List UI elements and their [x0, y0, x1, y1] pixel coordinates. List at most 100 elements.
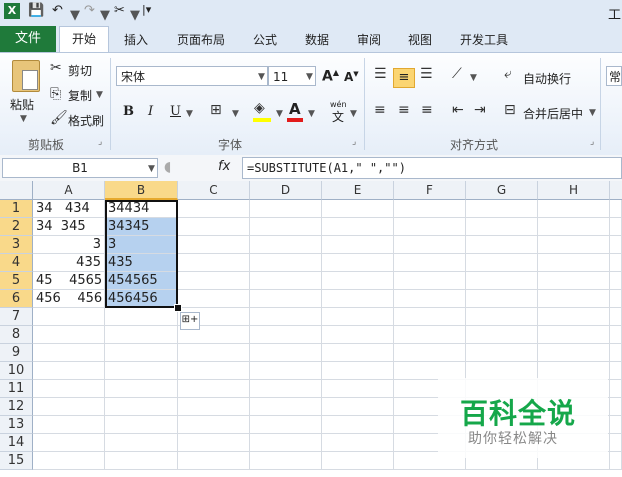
- cell-a11[interactable]: [33, 380, 105, 398]
- cell-b3[interactable]: 3: [105, 236, 178, 254]
- tab-developer[interactable]: 开发工具: [460, 29, 508, 51]
- cell-i3[interactable]: [610, 236, 622, 254]
- cut-icon[interactable]: ✂: [50, 60, 62, 76]
- cell-g1[interactable]: [466, 200, 538, 218]
- cell-e9[interactable]: [322, 344, 394, 362]
- cell-c5[interactable]: [178, 272, 250, 290]
- row-header-8[interactable]: 8: [0, 326, 33, 344]
- row-header-15[interactable]: 15: [0, 452, 33, 470]
- cell-a7[interactable]: [33, 308, 105, 326]
- cell-g9[interactable]: [466, 344, 538, 362]
- column-header-f[interactable]: F: [394, 181, 466, 200]
- cell-d11[interactable]: [250, 380, 322, 398]
- cell-b9[interactable]: [105, 344, 178, 362]
- orientation-dropdown-icon[interactable]: ▼: [470, 73, 477, 83]
- tab-formulas[interactable]: 公式: [253, 29, 277, 51]
- cell-c4[interactable]: [178, 254, 250, 272]
- cell-d9[interactable]: [250, 344, 322, 362]
- cell-f1[interactable]: [394, 200, 466, 218]
- cell-e5[interactable]: [322, 272, 394, 290]
- paste-button[interactable]: 粘贴: [10, 96, 34, 113]
- number-format-select[interactable]: 常: [606, 66, 622, 86]
- font-size-dropdown-icon[interactable]: ▼: [306, 72, 313, 82]
- cell-i15[interactable]: [610, 452, 622, 470]
- row-header-7[interactable]: 7: [0, 308, 33, 326]
- row-header-9[interactable]: 9: [0, 344, 33, 362]
- cell-i7[interactable]: [610, 308, 622, 326]
- redo-dropdown-icon[interactable]: ▼: [100, 8, 110, 23]
- format-painter-button[interactable]: 格式刷: [68, 112, 104, 129]
- cell-e15[interactable]: [322, 452, 394, 470]
- tab-insert[interactable]: 插入: [124, 29, 148, 51]
- tools-dropdown-icon[interactable]: ▼: [130, 8, 140, 23]
- cell-b12[interactable]: [105, 398, 178, 416]
- cell-g8[interactable]: [466, 326, 538, 344]
- cell-e12[interactable]: [322, 398, 394, 416]
- redo-icon[interactable]: ↷: [84, 3, 95, 18]
- cell-c2[interactable]: [178, 218, 250, 236]
- clipboard-launcher-icon[interactable]: ⌟: [98, 137, 102, 147]
- cell-h4[interactable]: [538, 254, 610, 272]
- cell-a13[interactable]: [33, 416, 105, 434]
- cell-d15[interactable]: [250, 452, 322, 470]
- cell-i10[interactable]: [610, 362, 622, 380]
- cell-b13[interactable]: [105, 416, 178, 434]
- decrease-indent-icon[interactable]: ⇤: [452, 102, 464, 118]
- cell-h8[interactable]: [538, 326, 610, 344]
- row-header-6[interactable]: 6: [0, 290, 33, 308]
- row-header-11[interactable]: 11: [0, 380, 33, 398]
- tab-view[interactable]: 视图: [408, 29, 432, 51]
- formula-bar-resize-icon[interactable]: ◖: [164, 159, 171, 175]
- cell-f2[interactable]: [394, 218, 466, 236]
- save-icon[interactable]: 💾: [28, 3, 44, 18]
- cell-b10[interactable]: [105, 362, 178, 380]
- cell-g5[interactable]: [466, 272, 538, 290]
- cell-e8[interactable]: [322, 326, 394, 344]
- formula-input[interactable]: =SUBSTITUTE(A1," ",""): [242, 157, 622, 179]
- phonetic-button[interactable]: 文: [332, 108, 344, 125]
- cell-h5[interactable]: [538, 272, 610, 290]
- align-middle-button[interactable]: ≡: [393, 68, 415, 88]
- shrink-font-icon[interactable]: A▼: [344, 70, 359, 84]
- cell-a1[interactable]: 34 434: [33, 200, 105, 218]
- copy-dropdown-icon[interactable]: ▼: [96, 90, 103, 100]
- cell-c1[interactable]: [178, 200, 250, 218]
- row-header-13[interactable]: 13: [0, 416, 33, 434]
- cell-a5[interactable]: 45 4565: [33, 272, 105, 290]
- italic-button[interactable]: I: [148, 104, 153, 119]
- cell-c14[interactable]: [178, 434, 250, 452]
- cell-c3[interactable]: [178, 236, 250, 254]
- cell-d7[interactable]: [250, 308, 322, 326]
- cell-c10[interactable]: [178, 362, 250, 380]
- cell-e7[interactable]: [322, 308, 394, 326]
- alignment-launcher-icon[interactable]: ⌟: [590, 137, 594, 147]
- cell-b4[interactable]: 435: [105, 254, 178, 272]
- cell-d12[interactable]: [250, 398, 322, 416]
- undo-dropdown-icon[interactable]: ▼: [70, 8, 80, 23]
- tab-home[interactable]: 开始: [59, 26, 109, 54]
- cell-a2[interactable]: 34 345: [33, 218, 105, 236]
- cell-d14[interactable]: [250, 434, 322, 452]
- cell-e10[interactable]: [322, 362, 394, 380]
- cell-b2[interactable]: 34345: [105, 218, 178, 236]
- align-bottom-icon[interactable]: ☰: [420, 66, 433, 82]
- row-header-1[interactable]: 1: [0, 200, 33, 218]
- row-header-10[interactable]: 10: [0, 362, 33, 380]
- row-header-14[interactable]: 14: [0, 434, 33, 452]
- align-left-icon[interactable]: ≡: [374, 102, 386, 118]
- cell-b7[interactable]: [105, 308, 178, 326]
- font-color-dropdown-icon[interactable]: ▼: [308, 109, 315, 119]
- cell-a9[interactable]: [33, 344, 105, 362]
- tab-data[interactable]: 数据: [305, 29, 329, 51]
- tab-page-layout[interactable]: 页面布局: [177, 29, 225, 51]
- cell-e2[interactable]: [322, 218, 394, 236]
- cell-d6[interactable]: [250, 290, 322, 308]
- row-header-12[interactable]: 12: [0, 398, 33, 416]
- font-name-dropdown-icon[interactable]: ▼: [258, 72, 265, 82]
- column-header-b[interactable]: B: [105, 181, 178, 200]
- font-name-select[interactable]: 宋体: [116, 66, 268, 86]
- cell-c12[interactable]: [178, 398, 250, 416]
- cell-b15[interactable]: [105, 452, 178, 470]
- cell-a10[interactable]: [33, 362, 105, 380]
- cell-h2[interactable]: [538, 218, 610, 236]
